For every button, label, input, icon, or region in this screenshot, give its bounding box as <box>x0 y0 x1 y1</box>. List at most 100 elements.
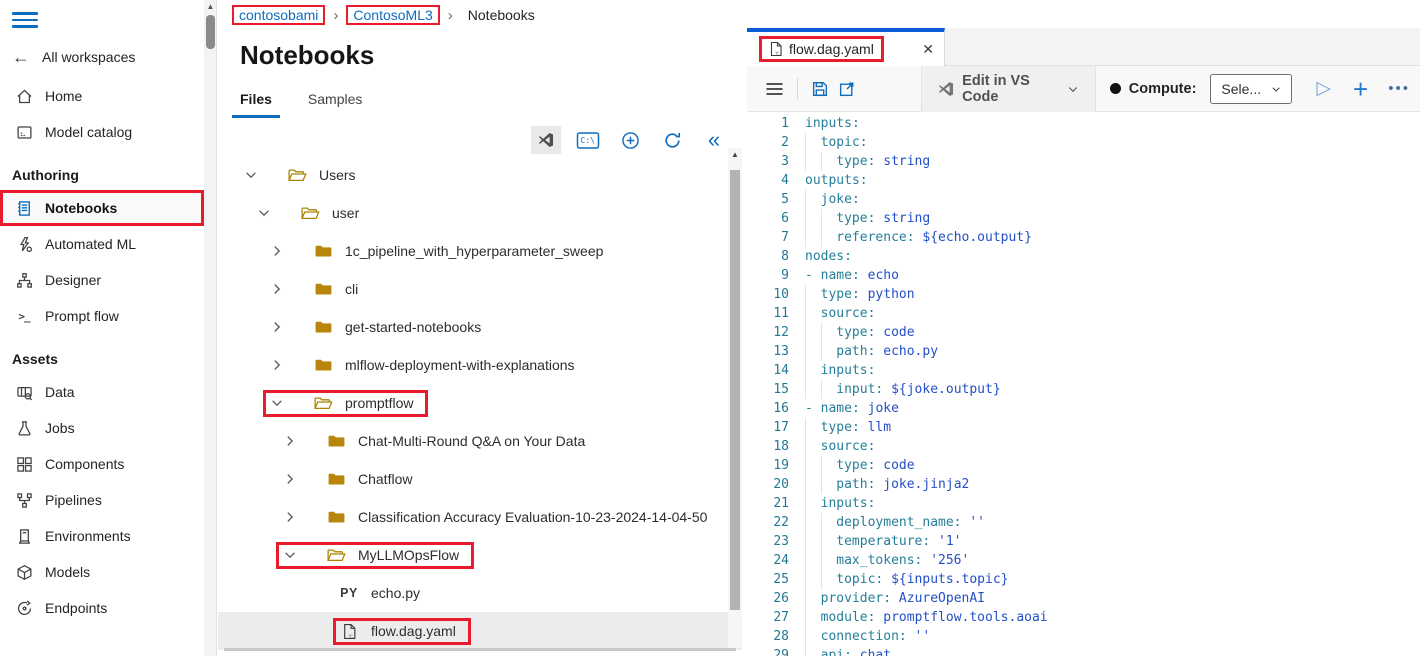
sidebar-item-pipelines[interactable]: Pipelines <box>0 482 204 518</box>
tree-item-label: promptflow <box>345 395 413 411</box>
collapse-panel-icon[interactable]: « <box>699 126 729 154</box>
sidebar-item-environments[interactable]: Environments <box>0 518 204 554</box>
sidebar-item-jobs[interactable]: Jobs <box>0 410 204 446</box>
sidebar-item-prompt-flow[interactable]: >_Prompt flow <box>0 298 204 334</box>
chevron-down-icon[interactable] <box>282 547 298 563</box>
code-line[interactable]: 9- name: echo <box>747 266 1420 285</box>
sidebar-item-models[interactable]: Models <box>0 554 204 590</box>
run-icon[interactable]: ▷ <box>1316 77 1331 100</box>
breadcrumb-contosobami[interactable]: contosobami <box>232 5 325 25</box>
file-tree-scrollbar[interactable]: ▲ <box>728 148 742 648</box>
code-line[interactable]: 1inputs: <box>747 114 1420 133</box>
sidebar-scrollbar[interactable]: ▲ <box>204 0 217 656</box>
code-line[interactable]: 24max_tokens: '256' <box>747 551 1420 570</box>
tree-row-promptflow[interactable]: promptflow <box>218 384 742 422</box>
add-files-icon[interactable] <box>615 126 645 154</box>
code-line[interactable]: 26provider: AzureOpenAI <box>747 589 1420 608</box>
close-tab-icon[interactable]: ✕ <box>922 41 934 58</box>
code-line[interactable]: 11source: <box>747 304 1420 323</box>
more-options-icon[interactable]: ••• <box>1388 80 1410 97</box>
folder-icon <box>313 243 333 260</box>
code-line[interactable]: 23temperature: '1' <box>747 532 1420 551</box>
tree-row-flow-dag-yaml[interactable]: Y:flow.dag.yaml <box>218 612 742 650</box>
horizontal-scrollbar[interactable] <box>224 648 736 651</box>
sidebar-item-automated-ml[interactable]: Automated ML <box>0 226 204 262</box>
sidebar-item-model-catalog[interactable]: Model catalog <box>0 114 204 150</box>
code-line[interactable]: 20path: joke.jinja2 <box>747 475 1420 494</box>
chevron-right-icon[interactable] <box>282 471 298 487</box>
tree-row-echo-py[interactable]: PYecho.py <box>218 574 742 612</box>
code-line[interactable]: 15input: ${joke.output} <box>747 380 1420 399</box>
code-line[interactable]: 16- name: joke <box>747 399 1420 418</box>
all-workspaces-back[interactable]: ← All workspaces <box>12 44 204 70</box>
breadcrumb-contosoml3[interactable]: ContosoML3 <box>346 5 439 25</box>
sidebar-item-notebooks[interactable]: Notebooks <box>0 190 204 226</box>
code-line[interactable]: 28connection: '' <box>747 627 1420 646</box>
menu-icon[interactable] <box>12 8 38 32</box>
edit-in-vscode-button[interactable]: Edit in VS Code <box>921 66 1096 112</box>
chevron-right-icon[interactable] <box>269 319 285 335</box>
code-line[interactable]: 21inputs: <box>747 494 1420 513</box>
chevron-down-icon[interactable] <box>243 167 259 183</box>
sidebar-item-endpoints[interactable]: Endpoints <box>0 590 204 626</box>
code-line[interactable]: 25topic: ${inputs.topic} <box>747 570 1420 589</box>
scroll-up-arrow-icon[interactable]: ▲ <box>728 150 742 159</box>
tree-row-myllmopsflow[interactable]: MyLLMOpsFlow <box>218 536 742 574</box>
compute-select-dropdown[interactable]: Sele... <box>1210 74 1292 104</box>
code-line[interactable]: 17type: llm <box>747 418 1420 437</box>
add-cell-icon[interactable]: + <box>1353 79 1368 99</box>
tree-row-classification-accuracy-evaluation-10-23-2024-14-04-50[interactable]: Classification Accuracy Evaluation-10-23… <box>218 498 742 536</box>
scrollbar-thumb[interactable] <box>730 170 740 610</box>
code-line[interactable]: 6type: string <box>747 209 1420 228</box>
code-line[interactable]: 10type: python <box>747 285 1420 304</box>
chevron-right-icon[interactable] <box>269 281 285 297</box>
chevron-right-icon[interactable] <box>282 433 298 449</box>
notebook-menu-icon[interactable] <box>761 74 789 104</box>
sidebar-item-data[interactable]: Data <box>0 374 204 410</box>
code-line[interactable]: 5joke: <box>747 190 1420 209</box>
code-line[interactable]: 18source: <box>747 437 1420 456</box>
scrollbar-thumb[interactable] <box>206 15 215 49</box>
code-line[interactable]: 29api: chat <box>747 646 1420 656</box>
tab-files[interactable]: Files <box>232 87 280 118</box>
chevron-right-icon[interactable] <box>269 243 285 259</box>
code-line[interactable]: 12type: code <box>747 323 1420 342</box>
scroll-up-arrow-icon[interactable]: ▲ <box>204 2 217 11</box>
tree-row-chat-multi-round-q-a-on-your-data[interactable]: Chat-Multi-Round Q&A on Your Data <box>218 422 742 460</box>
chevron-right-icon[interactable] <box>282 509 298 525</box>
open-vscode-icon[interactable] <box>531 126 561 154</box>
code-line[interactable]: 2topic: <box>747 133 1420 152</box>
code-line[interactable]: 13path: echo.py <box>747 342 1420 361</box>
focus-mode-icon[interactable] <box>833 74 861 104</box>
tab-samples[interactable]: Samples <box>300 87 370 118</box>
save-icon[interactable] <box>806 74 834 104</box>
code-line[interactable]: 3type: string <box>747 152 1420 171</box>
chevron-down-icon[interactable] <box>256 205 272 221</box>
code-line[interactable]: 4outputs: <box>747 171 1420 190</box>
code-line[interactable]: 14inputs: <box>747 361 1420 380</box>
tree-row-cli[interactable]: cli <box>218 270 742 308</box>
code-line[interactable]: 27module: promptflow.tools.aoai <box>747 608 1420 627</box>
breadcrumb-separator-icon: › <box>448 7 453 24</box>
tree-row-users[interactable]: Users <box>218 156 742 194</box>
sidebar-item-designer[interactable]: Designer <box>0 262 204 298</box>
tree-row-chatflow[interactable]: Chatflow <box>218 460 742 498</box>
model-catalog-icon <box>15 123 33 141</box>
tree-row-user[interactable]: user <box>218 194 742 232</box>
editor-tab-flow-dag-yaml[interactable]: Y: flow.dag.yaml ✕ <box>747 28 945 66</box>
yaml-code-editor[interactable]: 1inputs:2topic:3type: string4outputs:5jo… <box>747 112 1420 656</box>
terminal-icon[interactable]: C:\ <box>573 126 603 154</box>
code-line[interactable]: 8nodes: <box>747 247 1420 266</box>
code-line[interactable]: 7reference: ${echo.output} <box>747 228 1420 247</box>
sidebar-item-components[interactable]: Components <box>0 446 204 482</box>
code-line[interactable]: 19type: code <box>747 456 1420 475</box>
sidebar-item-home[interactable]: Home <box>0 78 204 114</box>
tree-row-mlflow-deployment-with-explanations[interactable]: mlflow-deployment-with-explanations <box>218 346 742 384</box>
refresh-icon[interactable] <box>657 126 687 154</box>
tree-row-1c-pipeline-with-hyperparameter-sweep[interactable]: 1c_pipeline_with_hyperparameter_sweep <box>218 232 742 270</box>
tree-row-get-started-notebooks[interactable]: get-started-notebooks <box>218 308 742 346</box>
sidebar-item-label: Data <box>45 384 75 400</box>
chevron-right-icon[interactable] <box>269 357 285 373</box>
chevron-down-icon[interactable] <box>269 395 285 411</box>
code-line[interactable]: 22deployment_name: '' <box>747 513 1420 532</box>
